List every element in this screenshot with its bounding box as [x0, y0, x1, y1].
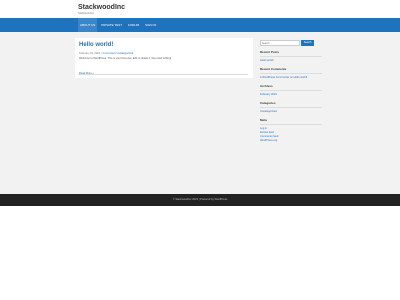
meta-link-wordpress-org[interactable]: WordPress.org [260, 139, 322, 143]
search-button[interactable]: Search [301, 40, 314, 46]
nav-item-about-us[interactable]: About us [78, 18, 98, 32]
site-header: StackwoodInc Stackwoodinc [0, 0, 400, 18]
widget-title: Recent Posts [260, 50, 322, 57]
widget-recent-comments: Recent Comments A WordPress Commenter on… [260, 67, 322, 80]
post-article: Hello world! February 24, 2023 | 1 Comme… [75, 38, 253, 78]
sidebar: Search Recent Posts Hello world! Recent … [260, 38, 322, 143]
recent-post-link[interactable]: Hello world! [260, 59, 322, 63]
footer-credits: © StackwoodInc 2023 | Powered by WordPre… [172, 198, 228, 201]
archive-link[interactable]: February 2023 [260, 93, 322, 97]
search-form: Search [260, 40, 322, 46]
widget-title: Categories [260, 101, 322, 108]
main-navigation: About us Private Test Forum Sign In [0, 18, 400, 32]
widget-recent-posts: Recent Posts Hello world! [260, 50, 322, 63]
site-title[interactable]: StackwoodInc [78, 4, 125, 11]
category-link[interactable]: Uncategorized [260, 110, 322, 114]
nav-item-sign-in[interactable]: Sign In [143, 18, 158, 32]
post-date[interactable]: February 24, 2023 [79, 52, 100, 55]
widget-archives: Archives February 2023 [260, 84, 322, 97]
post-category-link[interactable]: Uncategorized [116, 52, 133, 55]
post-divider [78, 74, 248, 75]
post-excerpt: Welcome to WordPress. This is your first… [79, 57, 172, 60]
site-description: Stackwoodinc [78, 12, 95, 15]
post-comments-link[interactable]: 1 Comment [102, 52, 115, 55]
widget-title: Meta [260, 118, 322, 125]
widget-categories: Categories Uncategorized [260, 101, 322, 114]
recent-comment-link[interactable]: A WordPress Commenter on Hello world! [260, 76, 322, 80]
post-meta: February 24, 2023 | 1 Comment Uncategori… [79, 52, 249, 56]
nav-item-forum[interactable]: Forum [126, 18, 141, 32]
widget-title: Archives [260, 84, 322, 91]
nav-item-private-test[interactable]: Private Test [99, 18, 124, 32]
widget-meta: Meta Log in Entries feed Comments feed W… [260, 118, 322, 143]
widget-title: Recent Comments [260, 67, 322, 74]
post-title[interactable]: Hello world! [79, 41, 249, 49]
site-footer: © StackwoodInc 2023 | Powered by WordPre… [0, 194, 400, 206]
search-input[interactable] [260, 40, 300, 46]
